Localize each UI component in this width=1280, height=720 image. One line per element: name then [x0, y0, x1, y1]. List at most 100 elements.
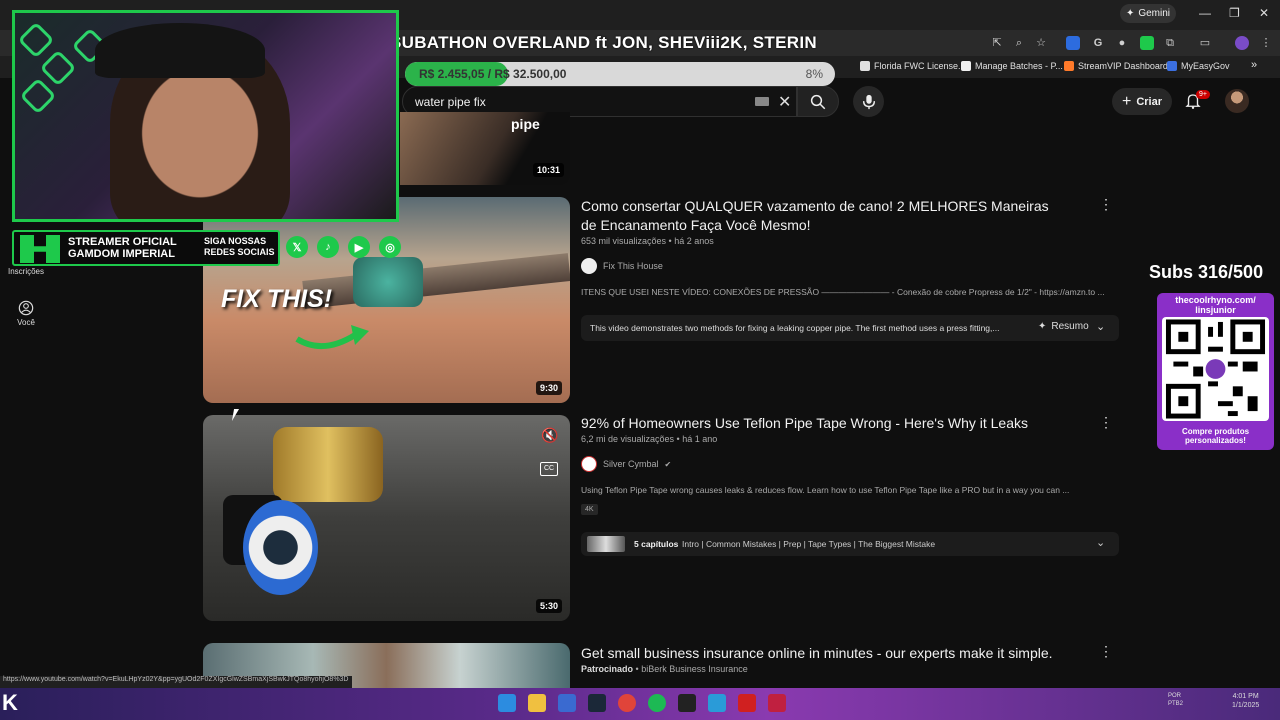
brass-fitting-graphic — [273, 427, 383, 502]
subs-counter: Subs 316/500 — [1149, 262, 1264, 282]
bookmark-star-icon[interactable]: ☆ — [1034, 36, 1048, 50]
close-window-button[interactable]: ✕ — [1259, 6, 1269, 20]
ad-title[interactable]: Get small business insurance online in m… — [581, 644, 1081, 663]
channel-name: Silver Cymbal — [603, 459, 659, 469]
hex-decoration — [39, 49, 77, 87]
channel-link[interactable]: Fix This House — [581, 258, 663, 274]
donation-goal-bar: R$ 2.455,05 / R$ 32.500,00 8% — [405, 62, 835, 86]
clear-search-icon[interactable]: ✕ — [778, 92, 791, 112]
keyboard-icon[interactable] — [755, 97, 769, 106]
qr-code-icon — [1165, 319, 1266, 419]
video-title[interactable]: Como consertar QUALQUER vazamento de can… — [581, 197, 1051, 235]
zoom-icon[interactable]: ⌕ — [1012, 36, 1026, 50]
app-icon[interactable] — [558, 694, 576, 712]
overlay-logo-icon: K — [2, 690, 18, 715]
sidebar-icon[interactable]: ▭ — [1198, 36, 1212, 50]
profile-icon[interactable] — [1235, 36, 1249, 50]
bookmark-manage-batches[interactable]: Manage Batches - P... — [961, 61, 1063, 71]
donation-goal-text: R$ 2.455,05 / R$ 32.500,00 — [419, 67, 567, 81]
subathon-title: SUBATHON OVERLAND ft JON, SHEViii2K, STE… — [390, 33, 817, 52]
app-icon[interactable] — [708, 694, 726, 712]
search-icon — [810, 94, 826, 109]
app-icon[interactable] — [768, 694, 786, 712]
clock-date: 1/1/2025 — [1232, 702, 1260, 709]
summary-button[interactable]: ✦ Resumo — [1038, 321, 1089, 332]
input-language[interactable]: POR PTB2 — [1168, 692, 1192, 708]
steam-icon[interactable] — [588, 694, 606, 712]
streamer-banner: STREAMER OFICIAL GAMDOM IMPERIAL SIGA NO… — [12, 230, 280, 266]
sparkle-icon: ✦ — [1038, 321, 1047, 332]
summary-button-label: Resumo — [1051, 321, 1089, 332]
avatar[interactable] — [1225, 89, 1249, 113]
qr-footer: Compre produtos personalizados! — [1181, 427, 1250, 445]
create-button[interactable]: + Criar — [1112, 88, 1172, 115]
create-label: Criar — [1136, 95, 1163, 108]
nav-subscriptions[interactable]: Inscrições — [1, 267, 51, 276]
voice-search-button[interactable] — [853, 86, 884, 117]
follow-socials-text: SIGA NOSSAS REDES SOCIAIS — [204, 236, 275, 257]
hex-decoration — [19, 77, 57, 115]
google-icon[interactable]: G — [1091, 36, 1105, 50]
advertiser-name: biBerk Business Insurance — [641, 664, 748, 674]
qr-panel: thecoolrhyno.com/ linsjunior Compre prod… — [1157, 293, 1274, 450]
search-button[interactable] — [797, 86, 839, 117]
bookmark-florida-fwc[interactable]: Florida FWC License... — [860, 61, 966, 71]
nav-you[interactable]: Você — [1, 300, 51, 327]
app-icon[interactable] — [738, 694, 756, 712]
start-icon[interactable] — [498, 694, 516, 712]
video-duration: 9:30 — [535, 381, 562, 395]
search-input[interactable]: water pipe fix — [415, 95, 486, 109]
extension-icon[interactable] — [1140, 36, 1154, 50]
extension-icon[interactable] — [1066, 36, 1080, 50]
webcam-overlay — [12, 10, 399, 222]
youtube-icon: ▶ — [348, 236, 370, 258]
menu-icon[interactable]: ⋮ — [1259, 36, 1273, 50]
ai-summary-box[interactable]: This video demonstrates two methods for … — [581, 315, 1119, 341]
obs-icon[interactable] — [678, 694, 696, 712]
video-description: ITENS QUE USEI NESTE VÍDEO: CONEXÕES DE … — [581, 287, 1105, 297]
bookmark-icon — [860, 61, 870, 71]
mute-icon[interactable]: 🔇 — [541, 427, 558, 444]
captions-icon[interactable]: CC — [540, 462, 558, 476]
chapters-count: 5 capítulos — [634, 539, 679, 549]
chapters-box[interactable]: 5 capítulos Intro | Common Mistakes | Pr… — [581, 532, 1119, 556]
instagram-icon: ◎ — [379, 236, 401, 258]
spotify-icon[interactable] — [648, 694, 666, 712]
chevron-down-icon[interactable]: ⌄ — [1096, 536, 1105, 549]
system-clock[interactable]: 4:01 PM 1/1/2025 — [1232, 692, 1259, 710]
more-actions-icon[interactable]: ⋮ — [1099, 415, 1113, 429]
maximize-button[interactable]: ❐ — [1229, 6, 1240, 20]
chapters-list: Intro | Common Mistakes | Prep | Tape Ty… — [682, 539, 936, 549]
pipe-corrosion-graphic — [353, 257, 423, 307]
minimize-button[interactable]: — — [1199, 6, 1211, 20]
file-explorer-icon[interactable] — [528, 694, 546, 712]
video-title[interactable]: 92% of Homeowners Use Teflon Pipe Tape W… — [581, 414, 1081, 433]
more-bookmarks-button[interactable]: » — [1251, 59, 1257, 71]
hex-decoration — [17, 21, 55, 59]
bookmark-label: StreamVIP Dashboard — [1078, 61, 1168, 71]
bookmark-streamvip[interactable]: StreamVIP Dashboard — [1064, 61, 1168, 71]
puzzle-icon[interactable]: ⧉ — [1163, 36, 1177, 50]
channel-avatar — [581, 258, 597, 274]
video-thumbnail[interactable]: pipe 10:31 — [400, 112, 570, 185]
qr-title: thecoolrhyno.com/ linsjunior — [1175, 295, 1256, 315]
pipe-graphic — [302, 253, 570, 309]
video-meta: 6,2 mi de visualizações • há 1 ano — [581, 434, 718, 444]
more-actions-icon[interactable]: ⋮ — [1099, 197, 1113, 211]
gemini-button[interactable]: ✦ Gemini — [1120, 4, 1176, 23]
bookmark-myeasygov[interactable]: MyEasyGov — [1167, 61, 1230, 71]
video-thumbnail[interactable]: 🔇 CC 5:30 — [203, 415, 570, 621]
channel-link[interactable]: Silver Cymbal ✔ — [581, 456, 671, 472]
summary-text: This video demonstrates two methods for … — [590, 323, 1000, 333]
verified-icon: ✔ — [664, 459, 672, 469]
bookmark-label: MyEasyGov — [1181, 61, 1230, 71]
extension-icon[interactable]: ● — [1115, 36, 1129, 50]
streamer-cap — [95, 23, 265, 78]
install-icon[interactable]: ⇱ — [990, 36, 1004, 50]
video-duration: 5:30 — [535, 599, 562, 613]
chevron-down-icon[interactable]: ⌄ — [1096, 320, 1105, 333]
more-actions-icon[interactable]: ⋮ — [1099, 644, 1113, 658]
video-thumbnail[interactable]: FIX THIS! 9:30 — [203, 197, 570, 403]
chrome-icon[interactable] — [618, 694, 636, 712]
status-url: https://www.youtube.com/watch?v=EkuLHpYz… — [0, 676, 352, 688]
